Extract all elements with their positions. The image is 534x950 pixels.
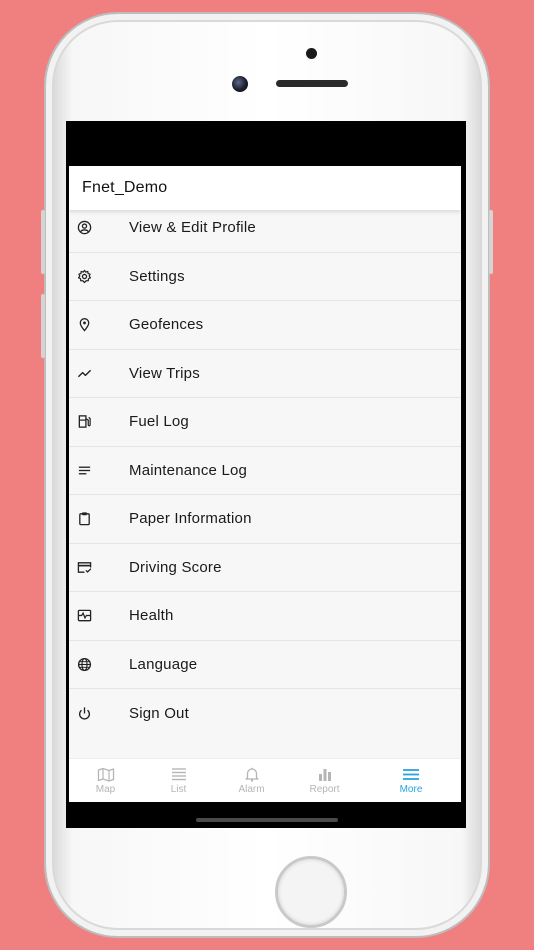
tab-alarm[interactable]: Alarm [215,759,288,802]
tab-report[interactable]: Report [288,759,361,802]
menu-item-label: Sign Out [129,704,189,722]
menu-item-label: Driving Score [129,558,222,576]
app-bar: Fnet_Demo [69,166,461,210]
menu-item-paper-information[interactable]: Paper Information [69,495,461,544]
bell-icon [244,767,259,782]
menu-item-fuel-log[interactable]: Fuel Log [69,398,461,447]
camera-icon [232,76,248,92]
menu-item-label: Maintenance Log [129,461,248,479]
menu-item-settings[interactable]: Settings [69,253,461,301]
menu-item-label: Language [129,655,198,673]
bottom-tab-bar: Map List Alarm Report More [69,758,461,802]
app-container: Fnet_Demo View & Edit Profile Settings G… [69,166,461,802]
tab-map[interactable]: Map [69,759,142,802]
notes-icon [69,463,129,478]
list-icon [171,767,186,780]
fuel-pump-icon [69,414,129,429]
menu-item-maintenance-log[interactable]: Maintenance Log [69,447,461,495]
tab-more[interactable]: More [361,759,461,802]
tab-label: Map [95,783,116,795]
tab-label: List [170,783,187,795]
health-monitor-icon [69,608,129,623]
tab-label: Alarm [238,783,265,795]
home-indicator [196,818,338,822]
menu-item-language[interactable]: Language [69,641,461,689]
menu-item-view-trips[interactable]: View Trips [69,350,461,398]
globe-icon [69,657,129,672]
phone-screen: Fnet_Demo View & Edit Profile Settings G… [66,121,466,828]
clipboard-icon [69,511,129,526]
menu-item-label: View Trips [129,364,200,382]
menu-item-label: Settings [129,267,185,285]
tab-label: Report [309,783,340,795]
menu-item-label: Health [129,607,174,625]
menu-item-health[interactable]: Health [69,592,461,641]
home-button[interactable] [275,856,347,928]
bar-chart-icon [318,768,331,781]
power-side-button [489,210,493,274]
menu-item-profile[interactable]: View & Edit Profile [69,210,461,253]
front-sensor [306,48,317,59]
menu-item-label: Paper Information [129,510,252,528]
more-menu: View & Edit Profile Settings Geofences V… [69,210,461,758]
tab-list[interactable]: List [142,759,215,802]
menu-item-label: Fuel Log [129,413,189,431]
menu-item-sign-out[interactable]: Sign Out [69,689,461,738]
power-icon [69,706,129,721]
menu-item-geofences[interactable]: Geofences [69,301,461,350]
profile-icon [69,220,129,235]
card-check-icon [69,560,129,575]
location-pin-icon [69,317,129,332]
menu-item-driving-score[interactable]: Driving Score [69,544,461,592]
mute-switch [41,210,45,274]
trending-icon [69,366,129,381]
page-title: Fnet_Demo [82,179,168,196]
map-icon [97,767,114,782]
volume-button [41,294,45,358]
tab-label: More [399,783,423,795]
menu-item-label: View & Edit Profile [129,219,256,237]
speaker-grille [276,80,348,87]
menu-item-label: Geofences [129,316,204,334]
menu-icon [403,768,419,780]
gear-icon [69,269,129,284]
